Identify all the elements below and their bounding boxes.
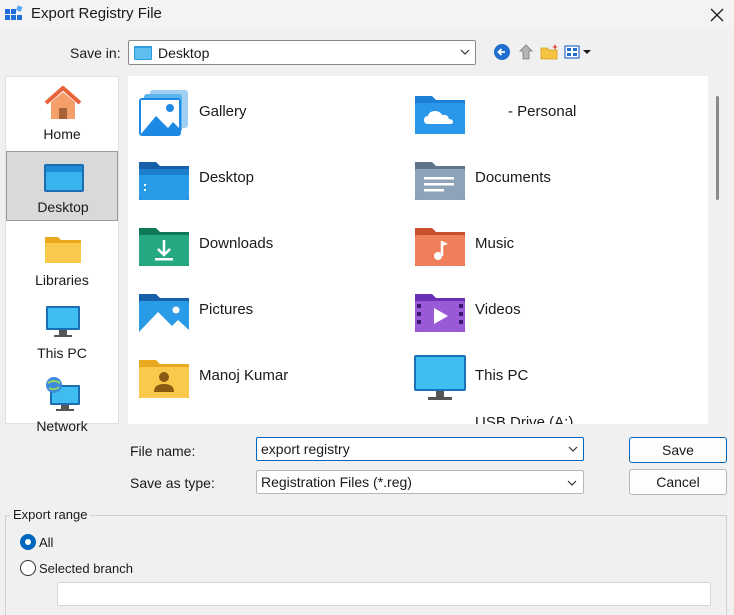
item-label: Downloads [199, 235, 274, 252]
list-item-documents[interactable]: Documents [404, 148, 674, 208]
up-folder-button[interactable] [515, 41, 537, 63]
chevron-down-icon [567, 480, 577, 486]
list-item-pictures[interactable]: Pictures [128, 280, 398, 340]
back-arrow-icon [494, 44, 510, 60]
place-this-pc[interactable]: This PC [6, 298, 118, 368]
user-folder-icon [139, 360, 189, 398]
videos-folder-icon [415, 294, 465, 332]
item-label: Documents [475, 169, 551, 186]
list-item-downloads[interactable]: Downloads [128, 214, 398, 274]
documents-folder-icon [415, 162, 465, 200]
radio-all[interactable] [20, 534, 36, 550]
item-label: - Personal [508, 103, 577, 120]
up-folder-icon [519, 44, 533, 60]
cancel-button[interactable]: Cancel [629, 469, 727, 495]
scrollbar-thumb[interactable] [716, 96, 719, 200]
item-label: Manoj Kumar [199, 367, 289, 384]
back-button[interactable] [491, 41, 513, 63]
list-item-videos[interactable]: Videos [404, 280, 674, 340]
selected-branch-input[interactable] [57, 582, 711, 606]
list-item-onedrive-personal[interactable]: - Personal [404, 82, 674, 142]
item-label: Music [475, 235, 515, 252]
list-item-user-folder[interactable]: Manoj Kumar [128, 346, 398, 406]
radio-selected-branch[interactable] [20, 560, 36, 576]
save-in-value: Desktop [158, 45, 210, 61]
chevron-down-icon[interactable] [568, 445, 578, 453]
place-label: This PC [37, 345, 87, 361]
list-item-gallery[interactable]: Gallery [128, 82, 398, 142]
new-folder-button[interactable] [539, 41, 561, 63]
list-item-music[interactable]: Music [404, 214, 674, 274]
place-home[interactable]: Home [6, 79, 118, 149]
item-label: USB Drive (A:) [475, 414, 574, 424]
desktop-icon [134, 46, 152, 60]
save-in-dropdown[interactable]: Desktop [128, 40, 476, 65]
music-folder-icon [415, 228, 465, 266]
folder-icon [136, 418, 192, 424]
list-item-this-pc[interactable]: This PC [404, 346, 674, 406]
item-label: This PC [475, 367, 529, 384]
view-grid-icon [564, 45, 591, 59]
save-as-type-label: Save as type: [130, 475, 215, 491]
downloads-folder-icon [139, 228, 189, 266]
item-label: Videos [475, 301, 521, 318]
radio-selected-branch-label[interactable]: Selected branch [39, 561, 133, 576]
list-item-usb-drive[interactable]: USB Drive (A:) [404, 404, 674, 424]
registry-editor-icon [5, 5, 23, 23]
pictures-folder-icon [139, 294, 189, 332]
place-network[interactable]: Network [6, 371, 118, 441]
home-icon [44, 86, 82, 119]
view-menu-button[interactable] [563, 41, 593, 63]
place-label: Home [43, 126, 81, 142]
place-desktop[interactable]: Desktop [6, 151, 118, 221]
save-as-type-dropdown[interactable]: Registration Files (*.reg) [256, 470, 584, 494]
libraries-icon [45, 237, 81, 263]
place-label: Network [36, 418, 88, 434]
item-label: Gallery [199, 103, 247, 120]
item-label: Desktop [199, 169, 255, 186]
chevron-down-icon [460, 49, 470, 55]
radio-all-label[interactable]: All [39, 535, 53, 550]
gallery-icon [139, 90, 188, 136]
list-item-folder-partial[interactable] [128, 412, 398, 424]
close-button[interactable] [700, 0, 734, 30]
places-bar: Home Desktop Libraries This PC Network [5, 76, 119, 434]
save-button[interactable]: Save [629, 437, 727, 463]
desktop-folder-icon [139, 162, 189, 200]
window-title: Export Registry File [31, 5, 162, 22]
place-label: Libraries [35, 272, 89, 288]
this-pc-icon [46, 306, 80, 337]
place-libraries[interactable]: Libraries [6, 225, 118, 295]
place-label: Desktop [37, 199, 89, 215]
onedrive-icon [415, 96, 465, 134]
save-as-type-value: Registration Files (*.reg) [261, 474, 412, 490]
monitor-icon [414, 355, 466, 400]
file-list: Gallery - Personal Desktop Documents Dow… [128, 76, 708, 424]
save-in-label: Save in: [70, 45, 121, 61]
list-item-desktop[interactable]: Desktop [128, 148, 398, 208]
desktop-icon [44, 164, 84, 192]
network-icon [46, 377, 80, 411]
export-range-legend: Export range [10, 507, 91, 522]
new-folder-icon [540, 44, 559, 60]
file-name-input[interactable] [256, 437, 584, 461]
item-label: Pictures [199, 301, 254, 318]
file-name-label: File name: [130, 443, 196, 459]
close-icon [710, 8, 724, 22]
